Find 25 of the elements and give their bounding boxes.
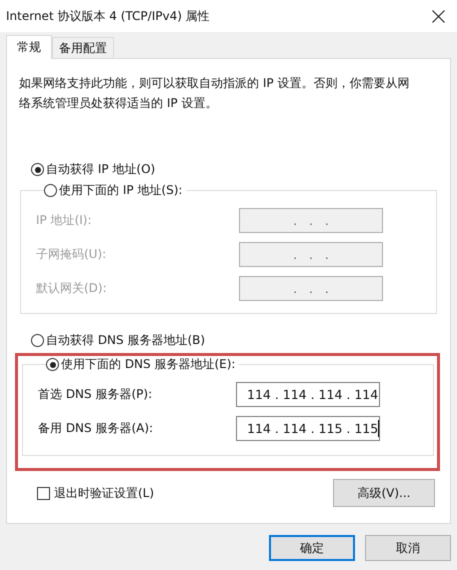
cancel-button[interactable]: 取消 xyxy=(365,535,451,561)
field-label: IP 地址(I): xyxy=(36,212,92,228)
radio-option[interactable]: 自动获得 DNS 服务器地址(B) xyxy=(31,332,438,349)
window-title: Internet 协议版本 4 (TCP/IPv4) 属性 xyxy=(6,8,210,24)
radio-indicator[interactable] xyxy=(46,358,59,371)
radio-indicator[interactable] xyxy=(44,184,57,197)
tab[interactable]: 备用配置 xyxy=(52,37,114,58)
radio-indicator[interactable] xyxy=(31,163,44,176)
radio-option[interactable]: 使用下面的 IP 地址(S): xyxy=(44,182,182,199)
checkbox-option[interactable]: 退出时验证设置(L) xyxy=(37,484,154,502)
tab[interactable]: 常规 xyxy=(6,35,52,59)
description-text: 如果网络支持此功能，则可以获取自动指派的 IP 设置。否则，你需要从网络系统管理员处获得适当的 IP 设置。 xyxy=(19,75,410,112)
radio-option[interactable]: 自动获得 IP 地址(O) xyxy=(31,161,438,178)
ok-button[interactable]: 确定 xyxy=(269,535,355,561)
field-label: 子网掩码(U): xyxy=(36,246,106,262)
ip-address-field[interactable]: 114 . 114 . 115 . 115 xyxy=(236,416,380,440)
ip-address-field[interactable]: 114 . 114 . 114 . 114 xyxy=(236,382,380,406)
checkbox[interactable] xyxy=(37,486,50,500)
radio-option[interactable]: 使用下面的 DNS 服务器地址(E): xyxy=(46,356,236,373)
field-label: 备用 DNS 服务器(A): xyxy=(38,420,154,436)
field-label: 首选 DNS 服务器(P): xyxy=(38,386,152,402)
advanced-button[interactable]: 高级(V)... xyxy=(333,479,435,507)
close-icon[interactable] xyxy=(432,10,445,22)
radio-indicator[interactable] xyxy=(31,334,44,347)
field-label: 默认网关(D): xyxy=(36,280,107,296)
